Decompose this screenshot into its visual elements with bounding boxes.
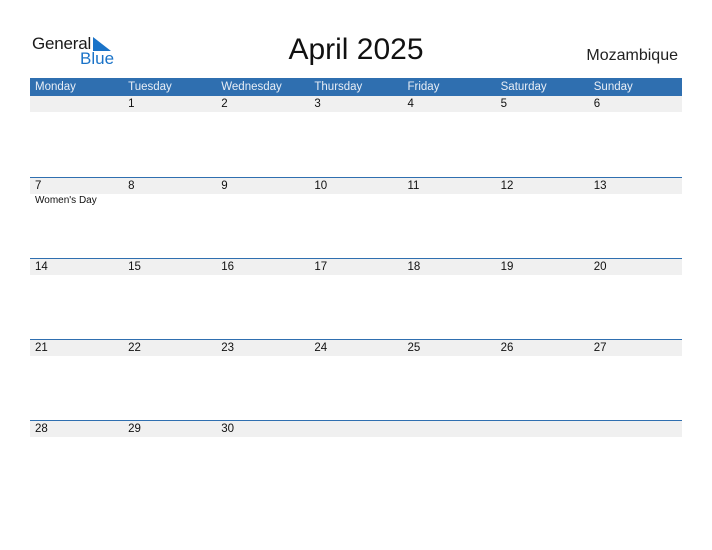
weekday-saturday: Saturday	[500, 81, 547, 93]
day-number: 10	[314, 180, 328, 192]
day-number: 12	[500, 180, 514, 192]
date-number-row: 28 29 30	[30, 421, 682, 437]
weekday-friday: Friday	[407, 81, 440, 93]
day-number: 11	[407, 180, 420, 192]
day-number: 24	[314, 342, 328, 354]
holiday-label	[123, 194, 216, 208]
date-number-row: 21 22 23 24 25 26 27	[30, 340, 682, 356]
day-number: 26	[500, 342, 514, 354]
day-number: 20	[593, 261, 607, 273]
week-row: 21 22 23 24 25 26 27	[30, 339, 682, 421]
day-number: 28	[35, 423, 48, 435]
day-number: 9	[221, 180, 228, 192]
day-number: 21	[35, 342, 48, 354]
weekday-wednesday: Wednesday	[221, 81, 282, 93]
day-number	[30, 96, 123, 112]
date-number-row: 14 15 16 17 18 19 20	[30, 259, 682, 275]
event-row: Women's Day	[30, 194, 682, 208]
day-number: 15	[128, 261, 141, 273]
week-row: 28 29 30	[30, 420, 682, 502]
weekday-thursday: Thursday	[314, 81, 363, 93]
day-number: 1	[128, 98, 135, 110]
date-number-row: 1 2 3 4 5 6	[30, 96, 682, 112]
day-number: 22	[128, 342, 141, 354]
day-number: 14	[35, 261, 48, 273]
week-row: 14 15 16 17 18 19 20	[30, 258, 682, 340]
holiday-label	[496, 194, 589, 208]
holiday-label	[309, 194, 402, 208]
holiday-label	[589, 194, 682, 208]
day-number: 17	[314, 261, 328, 273]
date-number-row: 7 8 9 10 11 12 13	[30, 178, 682, 194]
day-number: 30	[221, 423, 235, 435]
day-number: 2	[221, 98, 228, 110]
day-number: 19	[500, 261, 514, 273]
country-label: Mozambique	[586, 47, 678, 64]
weekday-tuesday: Tuesday	[128, 81, 172, 93]
holiday-label	[403, 194, 496, 208]
day-number: 27	[593, 342, 607, 354]
day-number: 3	[314, 98, 321, 110]
weekday-sunday: Sunday	[593, 81, 633, 93]
week-row: 7 8 9 10 11 12 13 Women's Day	[30, 177, 682, 259]
day-number: 7	[35, 180, 42, 192]
day-number: 4	[407, 98, 414, 110]
day-number	[309, 421, 402, 437]
day-number: 8	[128, 180, 135, 192]
day-number: 6	[593, 98, 601, 110]
day-number: 23	[221, 342, 235, 354]
day-number	[589, 421, 682, 437]
day-number: 18	[407, 261, 421, 273]
day-number: 25	[407, 342, 421, 354]
holiday-label	[216, 194, 309, 208]
day-number: 13	[593, 180, 607, 192]
day-number: 5	[500, 98, 508, 110]
day-number: 16	[221, 261, 235, 273]
day-number: 29	[128, 423, 141, 435]
holiday-label: Women's Day	[35, 195, 97, 206]
day-number	[496, 421, 589, 437]
day-number	[403, 421, 496, 437]
week-row: 1 2 3 4 5 6	[30, 96, 682, 177]
weekday-header: Monday Tuesday Wednesday Thursday Friday…	[30, 78, 682, 96]
weekday-monday: Monday	[35, 81, 76, 93]
